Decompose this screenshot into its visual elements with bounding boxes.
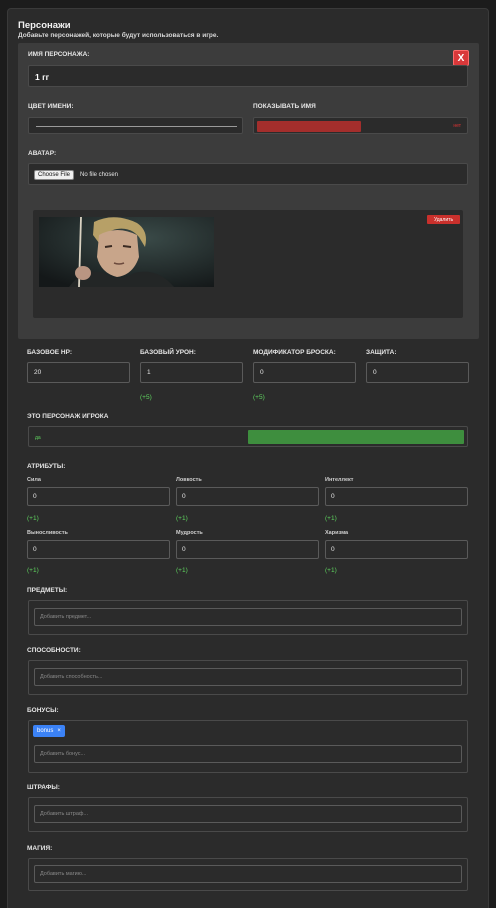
add-item-input[interactable]: Добавить предмет...	[34, 608, 462, 626]
attr-charisma-input[interactable]: 0	[325, 540, 468, 559]
add-bonus-input[interactable]: Добавить бонус...	[34, 745, 462, 763]
attr-endurance-input[interactable]: 0	[27, 540, 170, 559]
penalties-label: ШТРАФЫ:	[27, 784, 60, 791]
show-name-toggle[interactable]: нет	[253, 117, 468, 134]
abilities-container: Добавить способность...	[28, 660, 468, 695]
page-title: Персонажи	[18, 20, 71, 31]
attr-intellect-bonus: (+1)	[325, 515, 337, 522]
items-label: ПРЕДМЕТЫ:	[27, 587, 68, 594]
bonus-tag-label: bonus	[37, 728, 54, 734]
attr-strength-bonus: (+1)	[27, 515, 39, 522]
attr-wisdom-input[interactable]: 0	[176, 540, 319, 559]
attributes-label: АТРИБУТЫ:	[27, 463, 66, 470]
roll-modifier-input[interactable]: 0	[253, 362, 356, 383]
avatar-image	[39, 217, 214, 287]
items-container: Добавить предмет...	[28, 600, 468, 635]
attr-dexterity-input[interactable]: 0	[176, 487, 319, 506]
add-magic-input[interactable]: Добавить магию...	[34, 865, 462, 883]
abilities-label: СПОСОБНОСТИ:	[27, 647, 81, 654]
magic-label: МАГИЯ:	[27, 845, 53, 852]
toggle-knob	[248, 430, 464, 444]
add-penalty-input[interactable]: Добавить штраф...	[34, 805, 462, 823]
attr-endurance-bonus: (+1)	[27, 567, 39, 574]
file-status-text: No file chosen	[80, 172, 119, 178]
attr-charisma-label: Харизма	[325, 530, 349, 536]
base-damage-input[interactable]: 1	[140, 362, 243, 383]
penalties-container: Добавить штраф...	[28, 797, 468, 832]
base-hp-label: БАЗОВОЕ HP:	[27, 349, 73, 356]
bonus-tag: bonus ×	[33, 725, 65, 737]
bonuses-container: bonus × Добавить бонус...	[28, 720, 468, 773]
toggle-state-text: нет	[453, 123, 461, 129]
name-color-label: ЦВЕТ ИМЕНИ:	[28, 103, 74, 110]
delete-avatar-button[interactable]: Удалить	[427, 215, 460, 224]
choose-file-button[interactable]: Choose File	[34, 170, 75, 180]
toggle-knob	[257, 121, 361, 132]
slider-track	[36, 126, 237, 127]
attr-wisdom-bonus: (+1)	[176, 567, 188, 574]
avatar-file-field: Choose File No file chosen	[28, 163, 468, 185]
attr-dexterity-bonus: (+1)	[176, 515, 188, 522]
name-label: ИМЯ ПЕРСОНАЖА:	[28, 51, 90, 58]
show-name-label: ПОКАЗЫВАТЬ ИМЯ	[253, 103, 316, 110]
name-color-slider[interactable]	[28, 117, 243, 134]
defense-label: ЗАЩИТА:	[366, 349, 397, 356]
add-ability-input[interactable]: Добавить способность...	[34, 668, 462, 686]
roll-modifier-bonus: (+5)	[253, 394, 265, 401]
bonuses-label: БОНУСЫ:	[27, 707, 59, 714]
close-character-button[interactable]: X	[453, 50, 469, 66]
attr-charisma-bonus: (+1)	[325, 567, 337, 574]
avatar-label: АВАТАР:	[28, 150, 57, 157]
attr-dexterity-label: Ловкость	[176, 477, 202, 483]
base-damage-label: БАЗОВЫЙ УРОН:	[140, 349, 196, 356]
remove-tag-icon[interactable]: ×	[57, 728, 61, 734]
attr-strength-label: Сила	[27, 477, 41, 483]
avatar-preview: Удалить	[33, 210, 463, 318]
player-toggle-state: да	[35, 435, 41, 441]
attr-intellect-input[interactable]: 0	[325, 487, 468, 506]
attr-intellect-label: Интеллект	[325, 477, 354, 483]
defense-input[interactable]: 0	[366, 362, 469, 383]
base-hp-input[interactable]: 20	[27, 362, 130, 383]
character-name-input[interactable]: 1 гг	[28, 65, 468, 87]
player-character-label: ЭТО ПЕРСОНАЖ ИГРОКА	[27, 413, 109, 420]
roll-modifier-label: МОДИФИКАТОР БРОСКА:	[253, 349, 336, 356]
player-character-toggle[interactable]: да	[28, 426, 468, 447]
magic-container: Добавить магию...	[28, 858, 468, 891]
attr-endurance-label: Выносливость	[27, 530, 68, 536]
base-damage-bonus: (+5)	[140, 394, 152, 401]
attr-strength-input[interactable]: 0	[27, 487, 170, 506]
attr-wisdom-label: Мудрость	[176, 530, 203, 536]
page-subtitle: Добавьте персонажей, которые будут испол…	[18, 32, 219, 39]
